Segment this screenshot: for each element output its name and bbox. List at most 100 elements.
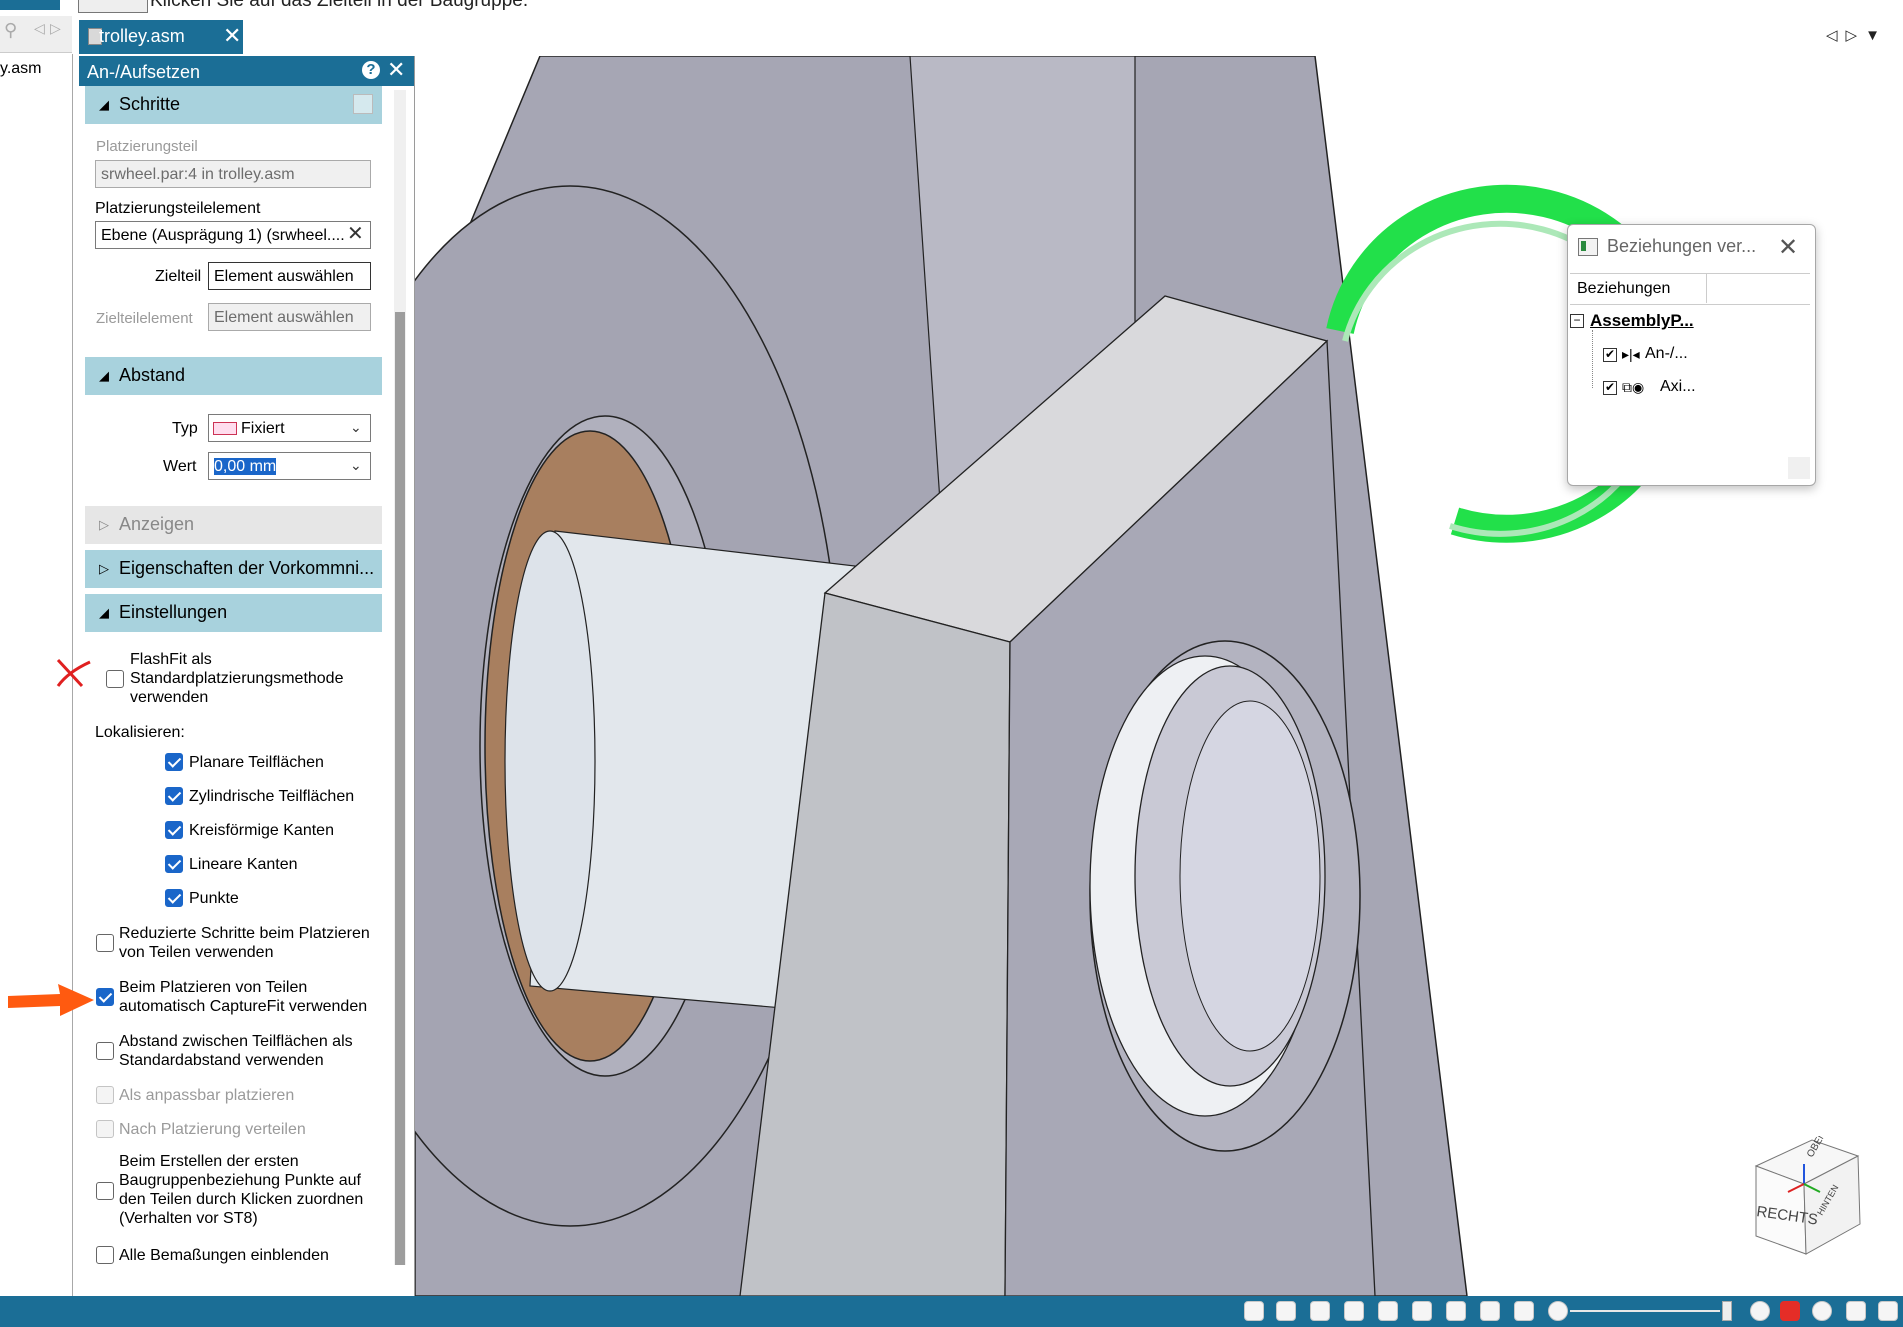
section-label: Anzeigen xyxy=(119,514,195,534)
locate-points-label: Punkte xyxy=(189,890,239,907)
label-line: (Verhalten vor ST8) xyxy=(119,1210,258,1227)
locate-planar-checkbox[interactable] xyxy=(165,753,183,771)
document-tab-bar xyxy=(72,16,1903,54)
show-dimensions-label: Alle Bemaßungen einblenden xyxy=(119,1247,329,1264)
steps-check-icon xyxy=(353,94,373,114)
locate-linear-edges-checkbox[interactable] xyxy=(165,855,183,873)
zoom-in-icon[interactable] xyxy=(1750,1301,1770,1321)
placement-element-field[interactable]: Ebene (Ausprägung 1) (srwheel.... xyxy=(95,221,371,249)
target-element-field: Element auswählen xyxy=(208,303,371,331)
styles-icon[interactable] xyxy=(1514,1301,1534,1321)
section-distance-header[interactable]: ◢ Abstand xyxy=(85,357,382,395)
fit-icon[interactable] xyxy=(1310,1301,1330,1321)
pan-icon[interactable] xyxy=(1344,1301,1364,1321)
label-line: Baugruppenbeziehung Punkte auf xyxy=(119,1172,361,1189)
views-icon[interactable] xyxy=(1480,1301,1500,1321)
tree-collapse-icon[interactable]: − xyxy=(1570,314,1584,328)
label-line: verwenden xyxy=(130,689,209,706)
relation-item-mate[interactable]: An-/... xyxy=(1645,345,1688,363)
face-distance-checkbox[interactable] xyxy=(96,1042,114,1060)
mate-relation-icon: ▸|◂ xyxy=(1622,346,1640,362)
label-line: Abstand zwischen Teilflächen als xyxy=(119,1033,353,1050)
zoom-out-icon[interactable] xyxy=(1548,1301,1568,1321)
app-accent-strip xyxy=(0,0,60,10)
back-arrow-icon[interactable]: ◁ xyxy=(34,20,45,37)
forward-arrow-icon[interactable]: ▷ xyxy=(50,20,61,37)
label-line: Standardabstand verwenden xyxy=(119,1052,324,1069)
relations-column-label[interactable]: Beziehungen xyxy=(1577,280,1670,298)
chevron-down-icon[interactable]: ⌄ xyxy=(350,419,362,436)
zoom-area-icon[interactable] xyxy=(1244,1301,1264,1321)
section-occurrence-header[interactable]: ▷ Eigenschaften der Vorkommni... xyxy=(85,550,382,588)
expand-icon[interactable] xyxy=(1878,1301,1898,1321)
relations-dialog-title: Beziehungen ver... xyxy=(1607,236,1757,256)
reduced-steps-label: Reduzierte Schritte beim Platzieren von … xyxy=(119,924,370,962)
section-label: Abstand xyxy=(119,365,186,385)
type-label: Typ xyxy=(172,420,198,437)
label-line: Standardplatzierungsmethode xyxy=(130,670,344,687)
chevron-down-icon[interactable]: ⌄ xyxy=(350,457,362,474)
expand-triangle-icon: ▷ xyxy=(99,517,109,532)
label-line: von Teilen verwenden xyxy=(119,944,274,961)
shaft-end xyxy=(504,530,596,992)
view-orient-icon[interactable] xyxy=(1446,1301,1466,1321)
value-label: Wert xyxy=(163,458,197,475)
panel-scrollbar-thumb[interactable] xyxy=(395,312,405,1265)
close-icon[interactable]: ✕ xyxy=(387,57,405,83)
upload-icon[interactable] xyxy=(1846,1301,1866,1321)
capturefit-checkbox[interactable] xyxy=(96,988,114,1006)
relation-item-axial[interactable]: Axi... xyxy=(1660,378,1696,396)
column-separator xyxy=(1706,274,1707,303)
zoom-icon[interactable] xyxy=(1276,1301,1296,1321)
distribute-label: Nach Platzierung verteilen xyxy=(119,1121,306,1138)
tab-prev-icon[interactable]: ◁ xyxy=(1826,27,1846,44)
flashfit-checkbox[interactable] xyxy=(106,670,124,688)
relation-checkbox-axial[interactable]: ✔ xyxy=(1603,381,1617,395)
zoom-slider-track[interactable] xyxy=(1570,1310,1720,1312)
reduced-steps-checkbox[interactable] xyxy=(96,934,114,952)
tab-list-icon[interactable]: ▼ xyxy=(1865,27,1888,44)
label-line: den Teilen durch Klicken zuordnen xyxy=(119,1191,364,1208)
placement-part-label: Platzierungsteil xyxy=(96,138,198,155)
placement-part-field: srwheel.par:4 in trolley.asm xyxy=(95,160,371,188)
collapse-triangle-icon: ◢ xyxy=(99,368,109,383)
tab-trolley-asm[interactable]: trolley.asm ✕ xyxy=(79,20,243,54)
locate-circular-edges-checkbox[interactable] xyxy=(165,821,183,839)
tab-next-icon[interactable]: ▷ xyxy=(1846,27,1866,44)
label-line: FlashFit als xyxy=(130,651,212,668)
target-part-field[interactable]: Element auswählen xyxy=(208,262,371,290)
collapse-triangle-icon: ◢ xyxy=(99,605,109,620)
section-settings-header[interactable]: ◢ Einstellungen xyxy=(85,594,382,632)
tab-close-icon[interactable]: ✕ xyxy=(223,23,241,49)
value-field[interactable]: 0,00 mm xyxy=(208,452,371,480)
relation-checkbox-mate[interactable]: ✔ xyxy=(1603,348,1617,362)
locate-cylindrical-checkbox[interactable] xyxy=(165,787,183,805)
adjustable-checkbox xyxy=(96,1086,114,1104)
section-label: Schritte xyxy=(119,94,181,114)
record-icon[interactable] xyxy=(1812,1301,1832,1321)
resize-grip-icon[interactable] xyxy=(1788,457,1810,479)
distribute-checkbox xyxy=(96,1120,114,1138)
clear-icon[interactable]: ✕ xyxy=(347,221,364,246)
section-display-header[interactable]: ▷ Anzeigen xyxy=(85,506,382,544)
link-icon[interactable]: ⚲ xyxy=(4,20,17,41)
section-steps-header[interactable]: ◢ Schritte xyxy=(85,86,382,124)
relations-close-icon[interactable]: ✕ xyxy=(1778,233,1798,262)
show-dimensions-checkbox[interactable] xyxy=(96,1246,114,1264)
zoom-slider-thumb[interactable] xyxy=(1722,1301,1732,1321)
first-relation-checkbox[interactable] xyxy=(96,1182,114,1200)
view-cube[interactable]: RECHTS OBEN HINTEN xyxy=(1752,1136,1862,1256)
bore-face xyxy=(1179,700,1321,1052)
pathfinder-file-item[interactable]: y.asm xyxy=(0,60,41,78)
spin-icon[interactable] xyxy=(1412,1301,1432,1321)
locate-points-checkbox[interactable] xyxy=(165,889,183,907)
prompt-toolbar-button[interactable] xyxy=(78,0,148,13)
locate-planar-label: Planare Teilflächen xyxy=(189,754,324,771)
youtube-icon[interactable] xyxy=(1780,1301,1800,1321)
help-icon[interactable]: ? xyxy=(362,61,380,79)
label-line: Beim Platzieren von Teilen xyxy=(119,979,308,996)
first-relation-label: Beim Erstellen der ersten Baugruppenbezi… xyxy=(119,1152,363,1228)
rotate-icon[interactable] xyxy=(1378,1301,1398,1321)
target-part-label: Zielteil xyxy=(155,268,202,285)
relations-tree-root[interactable]: AssemblyP... xyxy=(1590,311,1694,331)
